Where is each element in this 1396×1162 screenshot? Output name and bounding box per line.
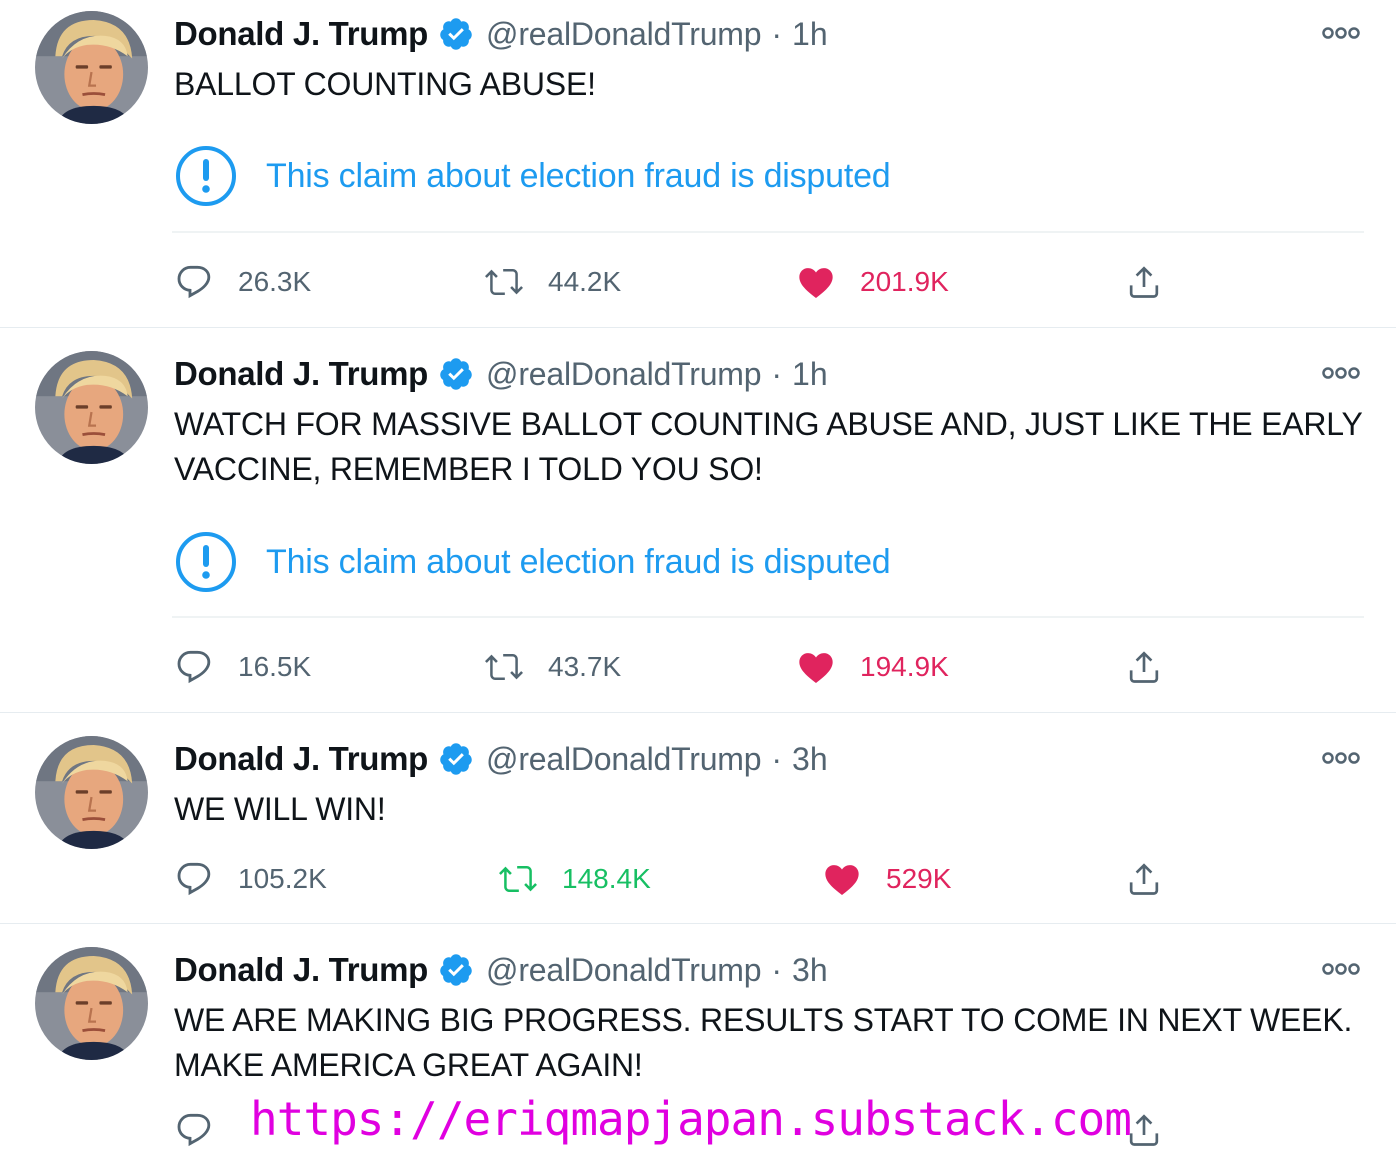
share-button[interactable] bbox=[1124, 262, 1164, 302]
reply-count: 16.5K bbox=[238, 651, 312, 682]
tweet-text: WE WILL WIN! bbox=[174, 791, 386, 827]
disputed-notice[interactable]: This claim about election fraud is dispu… bbox=[174, 144, 891, 208]
exclamation-circle-icon bbox=[174, 530, 238, 594]
heart-icon bbox=[796, 647, 836, 687]
retweet-count: 44.2K bbox=[548, 266, 622, 297]
tweet-text: WATCH FOR MASSIVE BALLOT COUNTING ABUSE … bbox=[174, 406, 1363, 487]
share-button[interactable] bbox=[1124, 647, 1164, 687]
avatar[interactable] bbox=[35, 351, 148, 464]
retweet-button[interactable]: 43.7K bbox=[484, 647, 621, 687]
like-button[interactable]: 201.9K bbox=[796, 262, 949, 302]
tweet[interactable]: Donald J. Trump @realDonaldTrump · 1h WA… bbox=[0, 328, 1396, 713]
like-count: 194.9K bbox=[860, 651, 949, 682]
share-icon bbox=[1124, 262, 1164, 302]
tweet-header: Donald J. Trump @realDonaldTrump · 3h bbox=[174, 950, 828, 990]
exclamation-circle-icon bbox=[174, 144, 238, 208]
share-icon bbox=[1124, 859, 1164, 899]
avatar[interactable] bbox=[35, 736, 148, 849]
avatar[interactable] bbox=[35, 11, 148, 124]
verified-badge-icon bbox=[438, 356, 474, 392]
reply-button[interactable]: 16.5K bbox=[174, 647, 311, 687]
heart-icon bbox=[796, 262, 836, 302]
notice-divider bbox=[172, 616, 1364, 618]
verified-badge-icon bbox=[438, 16, 474, 52]
reply-icon bbox=[174, 262, 214, 302]
reply-icon bbox=[174, 859, 214, 899]
avatar[interactable] bbox=[35, 947, 148, 1060]
like-button[interactable]: 529K bbox=[822, 859, 951, 899]
author-name[interactable]: Donald J. Trump bbox=[174, 740, 428, 778]
retweet-button[interactable]: 44.2K bbox=[484, 262, 621, 302]
author-name[interactable]: Donald J. Trump bbox=[174, 951, 428, 989]
verified-badge-icon bbox=[438, 952, 474, 988]
disputed-notice-text[interactable]: This claim about election fraud is dispu… bbox=[266, 157, 891, 196]
retweet-icon bbox=[484, 262, 524, 302]
retweet-icon bbox=[498, 859, 538, 899]
tweet-time[interactable]: 1h bbox=[792, 356, 828, 393]
reply-icon bbox=[174, 647, 214, 687]
retweet-count: 43.7K bbox=[548, 651, 622, 682]
author-handle[interactable]: @realDonaldTrump bbox=[486, 356, 762, 393]
reply-count: 105.2K bbox=[238, 863, 327, 894]
header-separator: · bbox=[771, 15, 783, 52]
author-handle[interactable]: @realDonaldTrump bbox=[486, 16, 762, 53]
tweet-text: BALLOT COUNTING ABUSE! bbox=[174, 66, 596, 102]
like-count: 201.9K bbox=[860, 266, 949, 297]
header-separator: · bbox=[771, 951, 783, 988]
watermark-url: https://eriqmapjapan.substack.com bbox=[250, 1092, 1132, 1146]
tweet[interactable]: Donald J. Trump @realDonaldTrump · 3h WE… bbox=[0, 713, 1396, 924]
header-separator: · bbox=[771, 355, 783, 392]
notice-divider bbox=[172, 231, 1364, 233]
tweet-time[interactable]: 3h bbox=[792, 952, 828, 989]
tweet-header: Donald J. Trump @realDonaldTrump · 1h bbox=[174, 14, 828, 54]
tweet-time[interactable]: 3h bbox=[792, 741, 828, 778]
disputed-notice[interactable]: This claim about election fraud is dispu… bbox=[174, 530, 891, 594]
author-name[interactable]: Donald J. Trump bbox=[174, 355, 428, 393]
retweet-count: 148.4K bbox=[562, 863, 651, 894]
tweet[interactable]: Donald J. Trump @realDonaldTrump · 1h BA… bbox=[0, 0, 1396, 328]
retweet-button[interactable]: 148.4K bbox=[498, 859, 651, 899]
reply-button[interactable]: 105.2K bbox=[174, 859, 327, 899]
more-options-icon[interactable] bbox=[1320, 959, 1362, 979]
like-count: 529K bbox=[886, 863, 952, 894]
author-handle[interactable]: @realDonaldTrump bbox=[486, 952, 762, 989]
more-options-icon[interactable] bbox=[1320, 23, 1362, 43]
share-icon bbox=[1124, 647, 1164, 687]
reply-button[interactable] bbox=[174, 1110, 214, 1150]
author-handle[interactable]: @realDonaldTrump bbox=[486, 741, 762, 778]
retweet-icon bbox=[484, 647, 524, 687]
header-separator: · bbox=[771, 740, 783, 777]
disputed-notice-text[interactable]: This claim about election fraud is dispu… bbox=[266, 543, 891, 582]
author-name[interactable]: Donald J. Trump bbox=[174, 15, 428, 53]
heart-icon bbox=[822, 859, 862, 899]
tweet-time[interactable]: 1h bbox=[792, 16, 828, 53]
like-button[interactable]: 194.9K bbox=[796, 647, 949, 687]
tweet-header: Donald J. Trump @realDonaldTrump · 1h bbox=[174, 354, 828, 394]
more-options-icon[interactable] bbox=[1320, 748, 1362, 768]
tweet-text: WE ARE MAKING BIG PROGRESS. RESULTS STAR… bbox=[174, 1002, 1353, 1083]
reply-count: 26.3K bbox=[238, 266, 312, 297]
more-options-icon[interactable] bbox=[1320, 363, 1362, 383]
tweet-header: Donald J. Trump @realDonaldTrump · 3h bbox=[174, 739, 828, 779]
reply-icon bbox=[174, 1110, 214, 1150]
share-button[interactable] bbox=[1124, 859, 1164, 899]
reply-button[interactable]: 26.3K bbox=[174, 262, 311, 302]
verified-badge-icon bbox=[438, 741, 474, 777]
